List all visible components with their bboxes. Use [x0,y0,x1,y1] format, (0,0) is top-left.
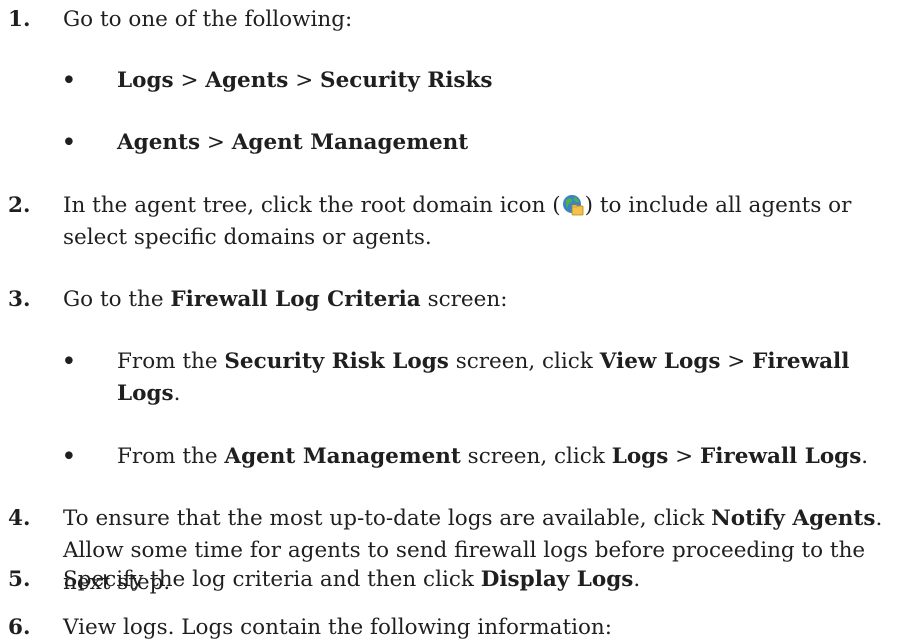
menu-path: Agents > Agent Management [117,130,469,155]
step-number: 4. [8,506,31,531]
step-1-bullet-1: • Logs > Agents > Security Risks [62,65,909,97]
step-text: Go to the Firewall Log Criteria screen: [63,287,508,312]
menu-agents: Agents [117,130,201,155]
step-1: 1. Go to one of the following: [8,4,909,36]
step-3: 3. Go to the Firewall Log Criteria scree… [8,284,909,316]
bullet-marker: • [62,130,76,155]
step-3-bullet-2: • From the Agent Management screen, clic… [62,441,909,473]
step-6: 6. View logs. Logs contain the following… [8,612,909,644]
menu-logs: Logs [117,68,174,93]
step-number: 3. [8,287,31,312]
instruction-text: From the Agent Management screen, click … [117,444,869,469]
root-domain-globe-icon [562,195,584,216]
step-text: In the agent tree, click the root domain… [63,193,852,250]
menu-security-risks: Security Risks [320,68,493,93]
step-number: 2. [8,193,31,218]
menu-path: Logs > Agents > Security Risks [117,68,493,93]
menu-agent-management: Agent Management [231,130,469,155]
step-text: Go to one of the following: [63,7,353,32]
step-number: 5. [8,567,31,592]
bullet-marker: • [62,68,76,93]
button-notify-agents: Notify Agents [711,506,876,531]
step-text: Specify the log criteria and then click … [63,567,641,592]
screen-firewall-log-criteria: Firewall Log Criteria [170,287,421,312]
menu-agents: Agents [205,68,289,93]
step-2: 2. In the agent tree, click the root dom… [8,190,909,254]
bullet-marker: • [62,444,76,469]
button-display-logs: Display Logs [480,567,634,592]
step-5: 5. Specify the log criteria and then cli… [8,564,909,596]
step-number: 6. [8,615,31,640]
step-number: 1. [8,7,31,32]
step-3-bullet-1: • From the Security Risk Logs screen, cl… [62,346,909,410]
bullet-marker: • [62,349,76,374]
instruction-text: From the Security Risk Logs screen, clic… [117,349,850,406]
step-1-bullet-2: • Agents > Agent Management [62,127,909,159]
step-text: View logs. Logs contain the following in… [63,615,612,640]
